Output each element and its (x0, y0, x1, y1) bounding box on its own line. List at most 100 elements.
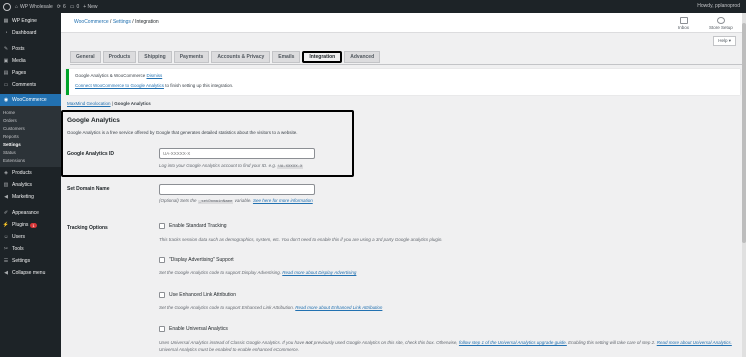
connect-ga-link[interactable]: Connect WooCommerce to Google Analytics (75, 83, 164, 88)
megaphone-icon: ◀ (4, 194, 8, 200)
standard-tracking-description: This tracks session data such as demogra… (159, 237, 443, 242)
updates-link[interactable]: ⟳ 6 (57, 4, 66, 10)
howdy-user-menu[interactable]: Howdy, pplanoprod (697, 3, 740, 9)
integration-subsections: MaxMind Geolocation | Google Analytics (67, 101, 151, 106)
menu-users[interactable]: ☺ Users (0, 231, 61, 243)
users-icon: ☺ (3, 234, 9, 240)
tab-general[interactable]: General (70, 51, 101, 63)
inbox-icon (679, 17, 688, 24)
new-content-link[interactable]: + New (83, 4, 97, 10)
menu-analytics[interactable]: ▥ Analytics (0, 179, 61, 191)
dashboard-icon: ◔ (4, 30, 8, 36)
products-icon: ◈ (4, 170, 8, 176)
standard-tracking-checkbox[interactable] (159, 223, 165, 229)
tab-integration[interactable]: Integration (302, 51, 343, 63)
menu-settings[interactable]: ☰ Settings (0, 255, 61, 267)
notice-line-2: Connect WooCommerce to Google Analytics … (75, 83, 234, 88)
pin-icon: ✎ (3, 46, 9, 52)
enhanced-link-info-link[interactable]: Read more about Enhanced Link Attributio… (295, 305, 382, 310)
tab-emails[interactable]: Emails (272, 51, 301, 63)
wpengine-icon: ▦ (3, 18, 9, 24)
media-icon: ▣ (3, 58, 9, 64)
submenu-orders[interactable]: Orders (0, 116, 61, 124)
breadcrumb: WooCommerce / Settings / Integration (74, 19, 159, 25)
page-scrollbar[interactable] (742, 13, 746, 357)
standard-tracking-option[interactable]: Enable Standard Tracking (159, 223, 227, 229)
pages-icon: ▤ (3, 70, 9, 76)
display-advertising-checkbox[interactable] (159, 257, 165, 263)
menu-woocommerce[interactable]: ◉ WooCommerce (0, 94, 61, 106)
menu-posts[interactable]: ✎ Posts (0, 43, 61, 55)
comment-icon: ▭ (3, 82, 9, 88)
submenu-customers[interactable]: Customers (0, 124, 61, 132)
tab-shipping[interactable]: Shipping (138, 51, 172, 63)
refresh-icon: ⟳ (56, 3, 61, 10)
settings-content: General Products Shipping Payments Accou… (61, 33, 746, 357)
upgrade-guide-link[interactable]: follow step 1 of the Universal Analytics… (459, 340, 567, 345)
breadcrumb-settings[interactable]: Settings (113, 19, 131, 25)
menu-dashboard[interactable]: ◔ Dashboard (0, 27, 61, 39)
admin-bar: ⌂ WP Wholesale ⟳ 6 ▭ 0 + New Howdy, ppla… (0, 0, 746, 13)
collapse-icon: ◀ (4, 270, 8, 276)
comment-bubble-icon: ▭ (69, 3, 75, 10)
inbox-button[interactable]: Inbox (678, 17, 689, 30)
menu-media[interactable]: ▣ Media (0, 55, 61, 67)
breadcrumb-woocommerce[interactable]: WooCommerce (74, 19, 109, 25)
menu-tools[interactable]: ✂ Tools (0, 243, 61, 255)
domain-name-label: Set Domain Name (67, 186, 110, 192)
enhanced-link-checkbox[interactable] (159, 292, 165, 298)
enhanced-link-option[interactable]: Use Enhanced Link Attribution (159, 292, 236, 298)
brush-icon: ✐ (3, 210, 9, 216)
domain-info-link[interactable]: See here for more information (253, 198, 313, 203)
submenu-settings[interactable]: Settings (0, 140, 61, 148)
display-advertising-description: Set the Google Analytics code to support… (159, 270, 357, 275)
breadcrumb-current: Integration (135, 19, 159, 25)
progress-circle-icon (716, 17, 725, 24)
display-advertising-link[interactable]: Read more about Display Advertising (282, 270, 356, 275)
menu-marketing[interactable]: ◀ Marketing (0, 191, 61, 203)
analytics-icon: ▥ (3, 182, 9, 188)
site-name-link[interactable]: ⌂ WP Wholesale (15, 4, 53, 10)
admin-sidebar: ▦ WP Engine ◔ Dashboard ✎ Posts ▣ Media … (0, 13, 61, 357)
domain-name-description: (Optional) Sets the _setDomainName varia… (159, 198, 313, 204)
ga-id-input[interactable] (159, 148, 315, 159)
store-setup-button[interactable]: Store Setup (709, 17, 733, 30)
submenu-extensions[interactable]: Extensions (0, 156, 61, 164)
submenu-reports[interactable]: Reports (0, 132, 61, 140)
domain-name-input[interactable] (159, 184, 315, 195)
notice-line-1: Google Analytics & WooCommerce Dismiss (75, 73, 163, 78)
universal-analytics-checkbox[interactable] (159, 326, 165, 332)
menu-pages[interactable]: ▤ Pages (0, 67, 61, 79)
tab-payments[interactable]: Payments (173, 51, 210, 63)
tab-products[interactable]: Products (102, 51, 137, 63)
comments-link[interactable]: ▭ 0 (70, 4, 80, 10)
wordpress-logo-icon[interactable] (3, 2, 11, 11)
display-advertising-option[interactable]: "Display Advertising" Support (159, 257, 234, 263)
dismiss-notice-link[interactable]: Dismiss (146, 73, 162, 78)
universal-not: not (305, 340, 313, 345)
menu-wp-engine[interactable]: ▦ WP Engine (0, 15, 61, 27)
maxmind-geolocation-link[interactable]: MaxMind Geolocation (67, 101, 111, 106)
section-title: Google Analytics (67, 117, 120, 124)
woo-icon: ◉ (3, 97, 9, 103)
menu-plugins[interactable]: ⚡ Plugins 1 (0, 219, 61, 231)
ga-id-label: Google Analytics ID (67, 151, 115, 157)
plugins-update-badge: 1 (30, 222, 37, 228)
collapse-menu[interactable]: ◀ Collapse menu (0, 267, 61, 279)
menu-comments[interactable]: ▭ Comments (0, 79, 61, 91)
universal-analytics-option[interactable]: Enable Universal Analytics (159, 326, 228, 332)
submenu-status[interactable]: Status (0, 148, 61, 156)
submenu-home[interactable]: Home (0, 108, 61, 116)
universal-analytics-link[interactable]: Read more about Universal Analytics. (657, 340, 732, 345)
tabs-divider (70, 64, 746, 65)
home-icon: ⌂ (15, 3, 19, 10)
universal-analytics-description: Uses Universal Analytics instead of Clas… (159, 340, 732, 352)
woocommerce-header: WooCommerce / Settings / Integration Inb… (61, 13, 746, 33)
tab-advanced[interactable]: Advanced (344, 51, 381, 63)
tab-accounts-privacy[interactable]: Accounts & Privacy (211, 51, 271, 63)
menu-products[interactable]: ◈ Products (0, 167, 61, 179)
woocommerce-submenu: Home Orders Customers Reports Settings S… (0, 106, 61, 167)
menu-appearance[interactable]: ✐ Appearance (0, 207, 61, 219)
enhanced-link-description: Set the Google Analytics code to support… (159, 305, 383, 310)
scrollbar-thumb[interactable] (742, 23, 746, 243)
